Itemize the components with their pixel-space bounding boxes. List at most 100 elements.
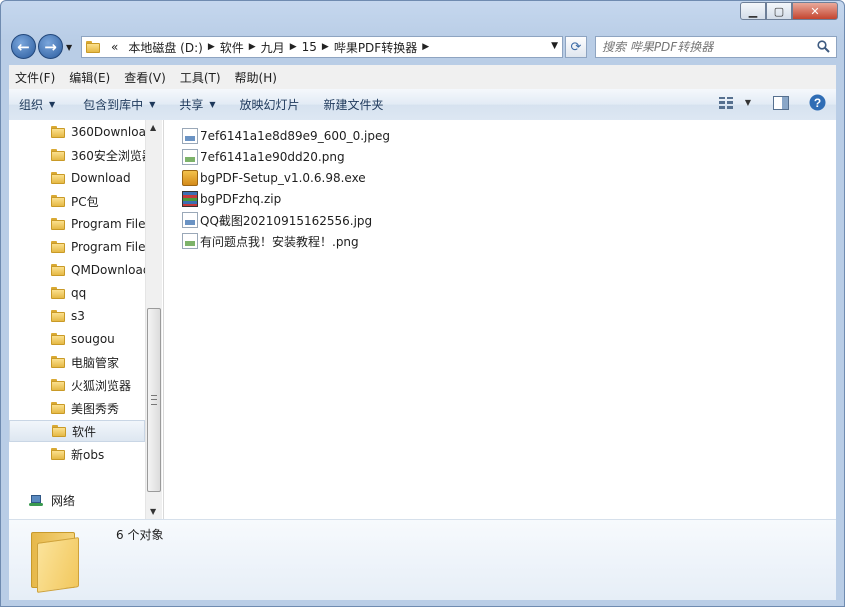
nav-folder-360download[interactable]: 360Download [9,121,145,143]
large-folder-icon [31,528,81,593]
jpeg-file-icon [182,128,198,144]
recent-pages-dropdown[interactable]: ▼ [66,43,72,52]
nav-network[interactable]: 网络 [29,492,75,509]
menu-edit[interactable]: 编辑(E) [63,69,116,86]
nav-folder-label: 软件 [72,424,97,439]
change-view-icon[interactable] [718,96,733,109]
file-name: bgPDF-Setup_v1.0.6.98.exe [200,171,366,185]
nav-folder-pcbao[interactable]: PC包 [9,190,145,212]
folder-icon [51,218,65,230]
crumb-current-folder[interactable]: 哔果PDF转换器 [329,39,422,56]
folder-icon [51,287,65,299]
file-list: 7ef6141a1e8d89e9_600_0.jpeg 7ef6141a1e90… [163,120,836,519]
crumb-separator-icon[interactable]: ▶ [290,42,297,52]
folder-icon [51,310,65,322]
installer-icon [182,170,198,186]
scroll-up-arrow-icon[interactable]: ▲ [150,123,156,132]
chevron-down-icon[interactable]: ▼ [745,98,751,107]
nav-folder-label: 360Download [71,125,145,139]
file-item[interactable]: 有问题点我！安装教程！.png [182,231,359,251]
nav-folder-firefox[interactable]: 火狐浏览器 [9,374,145,396]
nav-folder-program-files[interactable]: Program Files [9,213,145,235]
file-item[interactable]: 7ef6141a1e8d89e9_600_0.jpeg [182,126,390,146]
organize-label: 组织 [19,98,44,112]
share-button[interactable]: 共享 ▼ [169,96,225,113]
folder-icon [51,264,65,276]
search-box[interactable] [595,36,837,58]
menu-tools[interactable]: 工具(T) [174,69,227,86]
file-name: 7ef6141a1e90dd20.png [200,150,345,164]
scroll-down-arrow-icon[interactable]: ▼ [150,507,156,516]
folder-icon [51,448,65,460]
close-button[interactable]: ✕ [792,2,838,20]
scrollbar-thumb[interactable] [147,308,161,492]
crumb-september[interactable]: 九月 [256,39,290,56]
nav-folder-label: 新obs [71,447,105,462]
nav-folder-360browser[interactable]: 360安全浏览器 [9,144,145,166]
organize-button[interactable]: 组织 ▼ [9,96,65,113]
folder-icon [51,241,65,253]
folder-icon [51,172,65,184]
nav-folder-meitu[interactable]: 美图秀秀 [9,397,145,419]
crumb-drive[interactable]: 本地磁盘 (D:) [123,39,207,56]
include-in-library-button[interactable]: 包含到库中 ▼ [73,96,165,113]
help-icon[interactable]: ? [809,94,826,111]
address-history-dropdown[interactable]: ▼ [551,41,558,51]
refresh-button[interactable]: ⟳ [565,36,587,58]
png-file-icon [182,233,198,249]
nav-pane-scrollbar[interactable]: ▲ ▼ [145,120,162,519]
nav-folder-label: s3 [71,309,85,323]
search-input[interactable] [596,39,814,55]
view-controls: ▼ ? [718,94,826,111]
nav-folder-qmdownload[interactable]: QMDownload [9,259,145,281]
file-name: 7ef6141a1e8d89e9_600_0.jpeg [200,129,390,143]
winrar-archive-icon [182,191,198,207]
nav-folder-new-obs[interactable]: 新obs [9,443,145,465]
crumb-separator-icon[interactable]: ▶ [322,42,329,52]
menu-view[interactable]: 查看(V) [118,69,172,86]
nav-folder-label: qq [71,286,87,300]
crumb-15[interactable]: 15 [297,40,322,54]
menu-bar: 文件(F) 编辑(E) 查看(V) 工具(T) 帮助(H) [9,65,836,90]
new-folder-button[interactable]: 新建文件夹 [314,96,394,113]
preview-pane-icon[interactable] [773,95,789,110]
file-item[interactable]: 7ef6141a1e90dd20.png [182,147,345,167]
menu-help[interactable]: 帮助(H) [229,69,283,86]
address-bar[interactable]: « 本地磁盘 (D:) ▶ 软件 ▶ 九月 ▶ 15 ▶ 哔果PDF转换器 ▶ … [81,36,563,58]
nav-folder-program-files-x86[interactable]: Program Files [9,236,145,258]
nav-folder-software[interactable]: 软件 [9,420,145,442]
share-label: 共享 [179,98,204,112]
folder-icon [86,41,100,53]
folder-icon [51,356,65,368]
nav-folder-pc-manager[interactable]: 电脑管家 [9,351,145,373]
nav-folder-label: sougou [71,332,115,346]
navigation-bar: ← → ▼ « 本地磁盘 (D:) ▶ 软件 ▶ 九月 ▶ 15 ▶ 哔果PDF… [1,31,844,63]
nav-folder-s3[interactable]: s3 [9,305,145,327]
address-overflow[interactable]: « [106,40,123,54]
file-item[interactable]: QQ截图20210915162556.jpg [182,210,372,230]
back-button[interactable]: ← [11,34,36,59]
folder-icon [51,195,65,207]
file-name: bgPDFzhq.zip [200,192,282,206]
minimize-button[interactable]: ▁ [740,2,766,20]
crumb-separator-icon[interactable]: ▶ [422,42,429,52]
crumb-separator-icon[interactable]: ▶ [249,42,256,52]
crumb-separator-icon[interactable]: ▶ [208,42,215,52]
nav-folder-qq[interactable]: qq [9,282,145,304]
window-controls: ▁ ▢ ✕ [740,2,838,22]
file-item[interactable]: bgPDFzhq.zip [182,189,281,209]
nav-folder-sougou[interactable]: sougou [9,328,145,350]
nav-folder-label: 火狐浏览器 [71,378,132,393]
nav-folder-download[interactable]: Download [9,167,145,189]
crumb-software[interactable]: 软件 [215,39,249,56]
network-icon [29,494,43,507]
maximize-button[interactable]: ▢ [766,2,792,20]
forward-button[interactable]: → [38,34,63,59]
menu-file[interactable]: 文件(F) [9,69,61,86]
content-area: 360Download 360安全浏览器 Download PC包 Progra… [9,120,836,519]
folder-icon [51,126,65,138]
search-icon[interactable] [817,40,830,53]
file-item[interactable]: bgPDF-Setup_v1.0.6.98.exe [182,168,366,188]
slideshow-button[interactable]: 放映幻灯片 [230,96,310,113]
item-count: 6 个对象 [116,528,164,542]
